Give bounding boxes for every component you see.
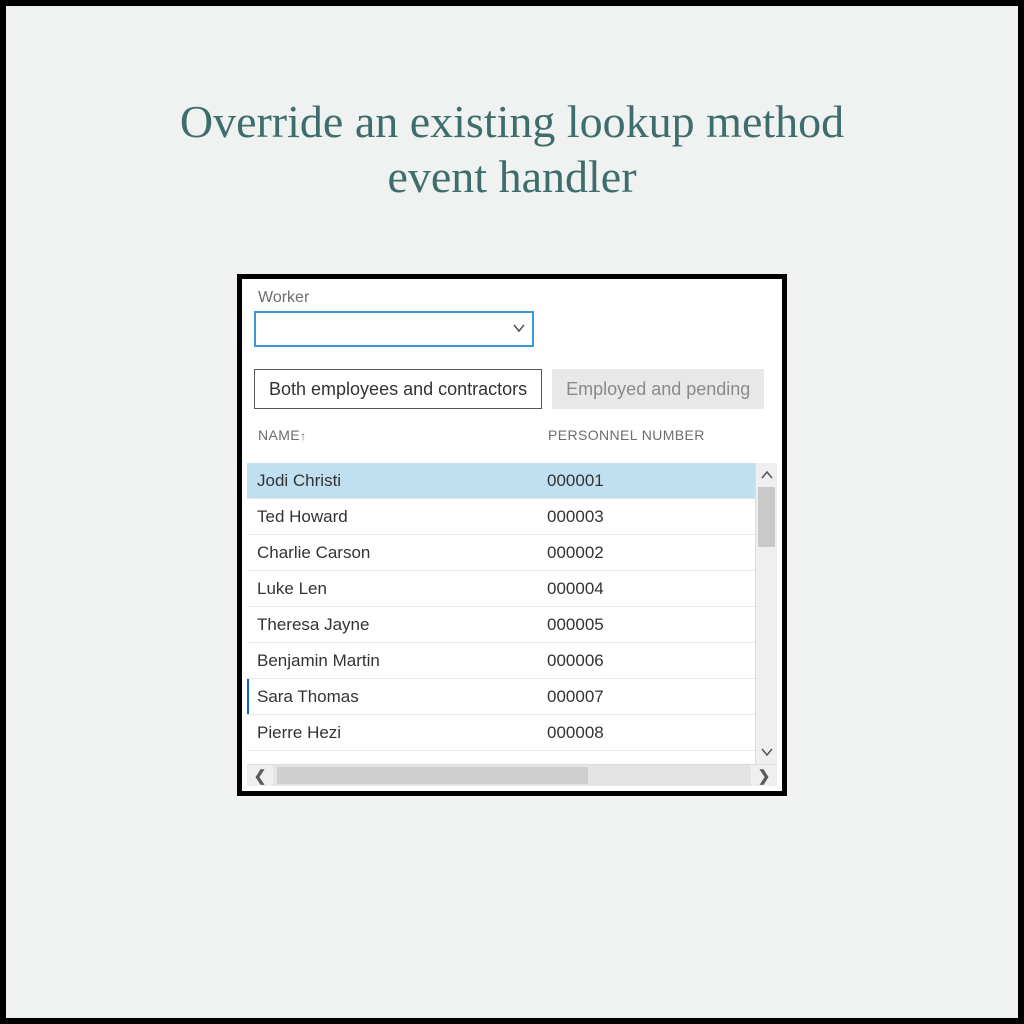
table-row[interactable]: Ted Howard000003	[247, 499, 755, 535]
scroll-up-icon[interactable]	[756, 463, 777, 487]
worker-combobox[interactable]	[254, 311, 534, 347]
scroll-down-icon[interactable]	[756, 740, 777, 764]
outer-frame: Override an existing lookup method event…	[0, 0, 1024, 1024]
page-title: Override an existing lookup method event…	[132, 94, 892, 204]
table-row[interactable]: Luke Len000004	[247, 571, 755, 607]
tab-employed-and-pending[interactable]: Employed and pending	[552, 369, 764, 409]
cell-name: Theresa Jayne	[257, 615, 547, 635]
cell-name: Luke Len	[257, 579, 547, 599]
cell-name: Benjamin Martin	[257, 651, 547, 671]
table-row[interactable]: Charlie Carson000002	[247, 535, 755, 571]
column-header-name[interactable]: NAME↑	[258, 427, 548, 443]
column-headers: NAME↑ PERSONNEL NUMBER	[254, 427, 778, 443]
cell-personnel-number: 000003	[547, 507, 604, 527]
lookup-panel: Worker Both employees and contractors Em…	[237, 274, 787, 796]
horizontal-scroll-thumb[interactable]	[277, 767, 588, 784]
filter-tabs: Both employees and contractors Employed …	[254, 369, 778, 409]
cell-personnel-number: 000002	[547, 543, 604, 563]
chevron-down-icon	[512, 321, 526, 338]
cell-name: Pierre Hezi	[257, 723, 547, 743]
field-label-worker: Worker	[258, 289, 778, 307]
cell-personnel-number: 000001	[547, 471, 604, 491]
cell-name: Sara Thomas	[257, 687, 547, 707]
scroll-left-icon[interactable]: ❮	[247, 765, 273, 786]
scroll-right-icon[interactable]: ❯	[751, 765, 777, 786]
cell-personnel-number: 000005	[547, 615, 604, 635]
horizontal-scroll-track[interactable]	[273, 765, 751, 786]
horizontal-scrollbar[interactable]: ❮ ❯	[247, 764, 777, 786]
cell-name: Jodi Christi	[257, 471, 547, 491]
vertical-scroll-thumb[interactable]	[758, 487, 775, 547]
table-row[interactable]: Jodi Christi000001	[247, 463, 755, 499]
column-header-name-label: NAME	[258, 427, 300, 443]
grid: Jodi Christi000001Ted Howard000003Charli…	[247, 463, 777, 786]
table-row[interactable]: Sara Thomas000007	[247, 679, 755, 715]
tab-both-employees-contractors[interactable]: Both employees and contractors	[254, 369, 542, 409]
table-row[interactable]: Theresa Jayne000005	[247, 607, 755, 643]
table-row[interactable]: Benjamin Martin000006	[247, 643, 755, 679]
cell-personnel-number: 000008	[547, 723, 604, 743]
rows-container: Jodi Christi000001Ted Howard000003Charli…	[247, 463, 755, 764]
vertical-scroll-track[interactable]	[756, 487, 777, 740]
cell-personnel-number: 000004	[547, 579, 604, 599]
vertical-scrollbar[interactable]	[755, 463, 777, 764]
cell-name: Charlie Carson	[257, 543, 547, 563]
sort-ascending-icon: ↑	[300, 429, 306, 443]
table-row[interactable]: Pierre Hezi000008	[247, 715, 755, 751]
cell-name: Ted Howard	[257, 507, 547, 527]
cell-personnel-number: 000006	[547, 651, 604, 671]
cell-personnel-number: 000007	[547, 687, 604, 707]
column-header-personnel-number[interactable]: PERSONNEL NUMBER	[548, 427, 705, 443]
